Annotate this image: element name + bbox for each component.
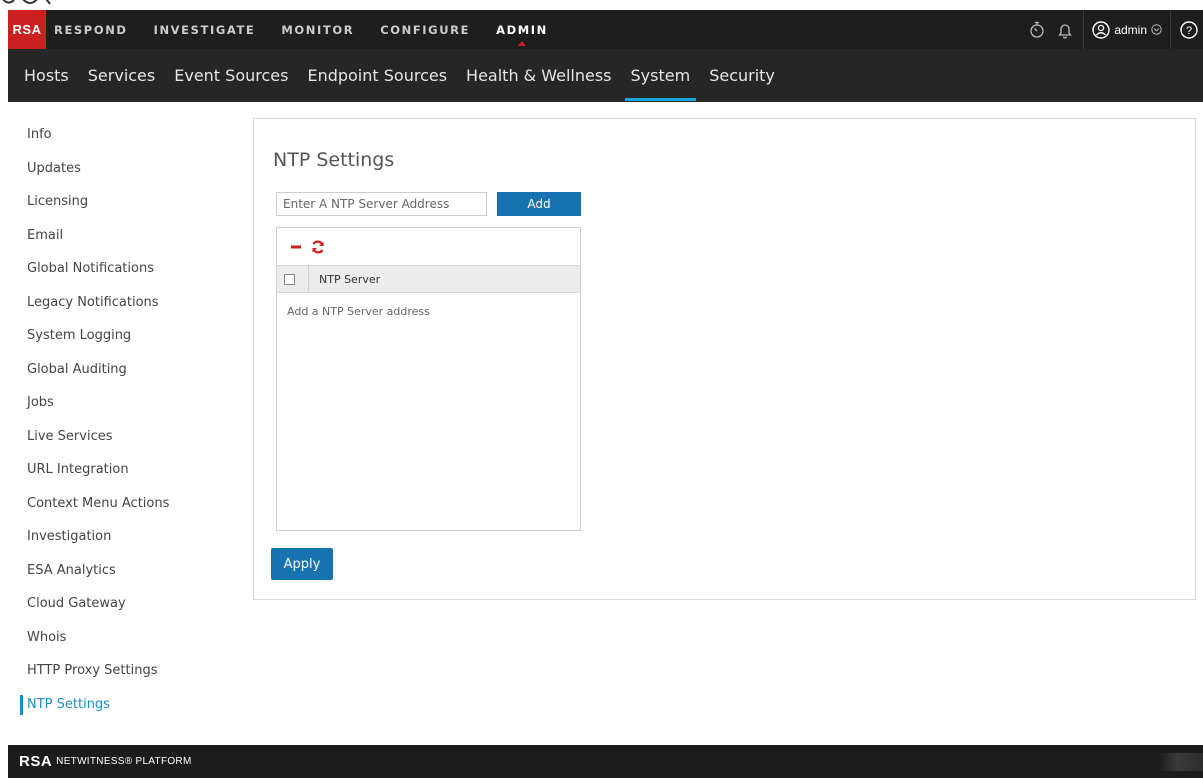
active-nav-caret [517,41,526,46]
sidebar-item-label: HTTP Proxy Settings [27,663,158,679]
user-icon [1092,20,1111,39]
sidebar-item-info[interactable]: Info [8,118,238,152]
nav-investigate[interactable]: INVESTIGATE [154,10,256,49]
bell-icon[interactable] [1051,10,1079,49]
grid-header-row: NTP Server [277,265,580,293]
tab-hosts[interactable]: Hosts [18,49,75,102]
tab-services[interactable]: Services [82,49,161,102]
sidebar-item-label: Whois [27,629,67,645]
tab-security-label: Security [709,66,775,85]
sidebar-item-email[interactable]: Email [8,219,238,253]
sidebar-item-label: Licensing [27,194,89,210]
sidebar-item-label: Live Services [27,428,113,444]
tab-system[interactable]: System [624,49,697,102]
sidebar-item-label: Legacy Notifications [27,294,159,310]
tab-system-label: System [630,66,691,85]
nav-admin-label: ADMIN [496,22,548,37]
rsa-logo[interactable]: RSA [8,10,46,49]
sidebar-item-label: NTP Settings [27,696,110,712]
nav-respond-label: RESPOND [54,22,128,37]
grid-toolbar [277,228,580,265]
sidebar-item-label: Context Menu Actions [27,495,170,511]
nav-monitor-label: MONITOR [281,22,355,37]
sidebar-item-context-menu-actions[interactable]: Context Menu Actions [8,487,238,521]
sidebar-item-label: Cloud Gateway [27,596,126,612]
select-all-checkbox[interactable] [284,273,295,285]
chevron-down-icon [1151,24,1162,35]
remove-icon[interactable] [287,238,305,256]
sidebar-item-jobs[interactable]: Jobs [8,386,238,420]
sidebar-item-label: Global Auditing [27,361,127,377]
add-button[interactable]: Add [497,192,581,216]
username: admin [1114,22,1147,37]
top-crop-strip [0,0,1203,10]
top-navigation-bar: RSA RESPOND INVESTIGATE MONITOR CONFIGUR… [8,10,1203,49]
admin-subnav: Hosts Services Event Sources Endpoint So… [8,49,1203,102]
footer-blurred-area [1159,753,1203,771]
help-icon[interactable]: ? [1175,10,1203,49]
sidebar-item-global-notifications[interactable]: Global Notifications [8,252,238,286]
header-actions: admin ? [1023,10,1203,49]
sidebar-item-label: URL Integration [27,462,129,478]
nav-respond[interactable]: RESPOND [54,10,128,49]
system-sidebar: Info Updates Licensing Email Global Noti… [8,118,238,728]
ntp-settings-panel: NTP Settings Add NTP Server Add a NTP Se… [253,118,1196,600]
sidebar-item-label: Email [27,227,64,243]
sidebar-item-updates[interactable]: Updates [8,152,238,186]
sidebar-item-label: Info [27,127,52,143]
sidebar-item-esa-analytics[interactable]: ESA Analytics [8,554,238,588]
tab-security[interactable]: Security [703,49,781,102]
tab-hosts-label: Hosts [24,66,69,85]
apply-button[interactable]: Apply [271,548,333,580]
sidebar-item-url-integration[interactable]: URL Integration [8,453,238,487]
rsa-logo-text: RSA [12,22,42,37]
ntp-server-grid: NTP Server Add a NTP Server address [276,227,581,531]
tab-event-sources[interactable]: Event Sources [168,49,294,102]
tab-health-wellness[interactable]: Health & Wellness [460,49,617,102]
tab-endpoint-sources-label: Endpoint Sources [307,66,448,85]
main-nav: RESPOND INVESTIGATE MONITOR CONFIGURE AD… [54,10,574,49]
nav-configure[interactable]: CONFIGURE [380,10,470,49]
tab-services-label: Services [87,66,156,85]
footer: RSA NETWITNESS® PLATFORM [8,745,1203,778]
nav-investigate-label: INVESTIGATE [153,22,256,37]
tab-event-sources-label: Event Sources [174,66,289,85]
nav-monitor[interactable]: MONITOR [281,10,354,49]
sidebar-item-label: Jobs [27,395,54,411]
footer-rsa-logo: RSA [19,753,53,770]
nav-configure-label: CONFIGURE [380,22,471,37]
sidebar-item-whois[interactable]: Whois [8,621,238,655]
refresh-icon[interactable] [309,238,327,256]
svg-text:?: ? [1186,25,1192,37]
select-all-cell [277,266,309,292]
sidebar-item-live-services[interactable]: Live Services [8,420,238,454]
sidebar-item-label: ESA Analytics [27,562,116,578]
grid-empty-message: Add a NTP Server address [287,305,430,318]
header-divider [1170,10,1171,49]
sidebar-item-label: Updates [27,160,81,176]
page-title: NTP Settings [273,149,395,171]
footer-product-name: NETWITNESS® PLATFORM [56,756,192,767]
sidebar-item-licensing[interactable]: Licensing [8,185,238,219]
sidebar-item-cloud-gateway[interactable]: Cloud Gateway [8,587,238,621]
sidebar-item-label: System Logging [27,328,132,344]
sidebar-item-label: Global Notifications [27,261,154,277]
sidebar-item-legacy-notifications[interactable]: Legacy Notifications [8,286,238,320]
sidebar-item-ntp-settings[interactable]: NTP Settings [8,688,238,722]
column-header-ntp-server[interactable]: NTP Server [309,273,380,286]
user-menu[interactable]: admin [1088,20,1166,39]
header-divider [1083,10,1085,49]
ntp-server-input[interactable] [276,192,487,216]
nav-admin[interactable]: ADMIN [496,10,548,49]
sidebar-item-system-logging[interactable]: System Logging [8,319,238,353]
sidebar-item-label: Investigation [27,529,112,545]
tab-health-wellness-label: Health & Wellness [466,66,612,85]
sidebar-item-http-proxy-settings[interactable]: HTTP Proxy Settings [8,654,238,688]
sidebar-item-investigation[interactable]: Investigation [8,520,238,554]
tab-endpoint-sources[interactable]: Endpoint Sources [301,49,453,102]
sidebar-item-global-auditing[interactable]: Global Auditing [8,353,238,387]
stopwatch-icon[interactable] [1023,10,1051,49]
cropped-logo-icon [2,0,51,5]
